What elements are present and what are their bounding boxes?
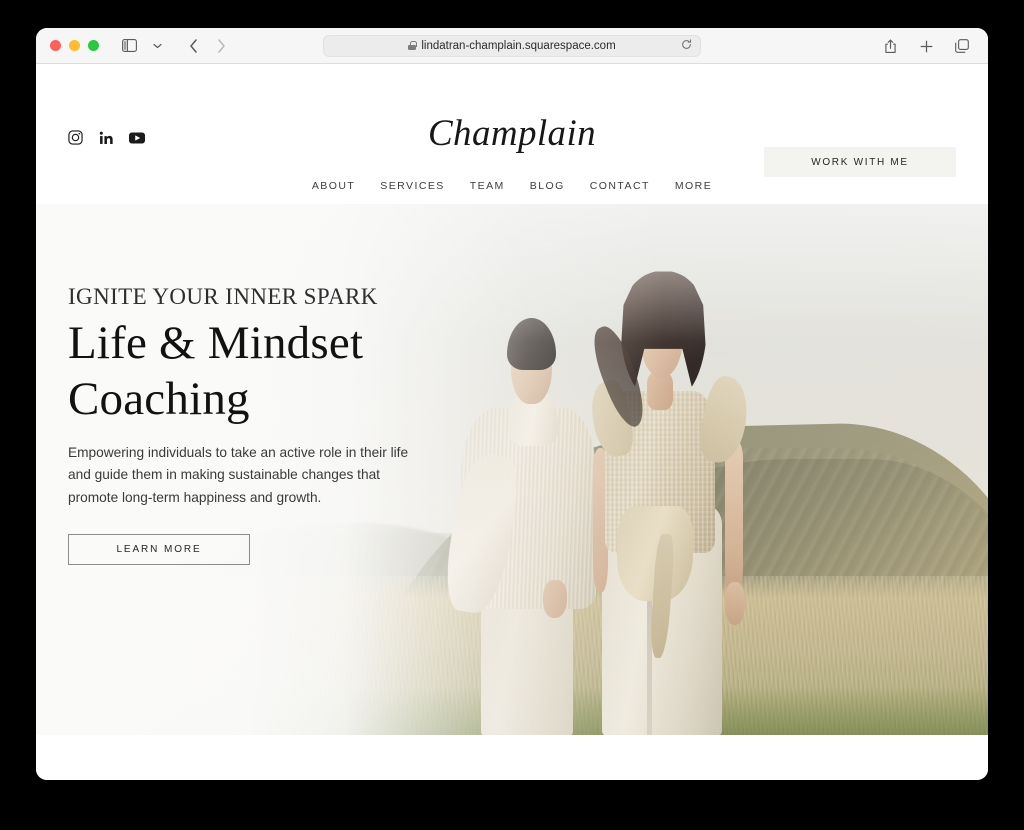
browser-window: lindatran-champlain.squarespace.com Cham…	[36, 28, 988, 780]
navigation-controls	[117, 35, 233, 57]
person-right-right-arm	[725, 438, 744, 602]
zoom-window-button[interactable]	[88, 40, 99, 51]
person-right	[583, 257, 756, 735]
browser-toolbar: lindatran-champlain.squarespace.com	[36, 28, 988, 64]
hero-headline-line-2: Coaching	[68, 372, 250, 425]
hero-eyebrow: IGNITE YOUR INNER SPARK	[68, 284, 378, 309]
work-with-me-button[interactable]: WORK WITH ME	[764, 147, 956, 177]
url-text: lindatran-champlain.squarespace.com	[421, 39, 616, 52]
hero-headline-line-1: Life & Mindset	[68, 317, 364, 369]
nav-item-services[interactable]: SERVICES	[380, 180, 445, 192]
sidebar-toggle-icon[interactable]	[117, 35, 141, 57]
person-right-right-ruffle	[694, 373, 756, 467]
minimize-window-button[interactable]	[69, 40, 80, 51]
forward-arrow-icon	[209, 35, 233, 57]
hero-headline: Life & Mindset Coaching	[68, 316, 428, 428]
nav-item-about[interactable]: ABOUT	[312, 180, 355, 192]
back-arrow-icon[interactable]	[181, 35, 205, 57]
learn-more-button[interactable]: LEARN MORE	[68, 533, 250, 565]
person-right-right-hand	[725, 582, 745, 626]
nav-item-more[interactable]: MORE	[675, 180, 712, 192]
close-window-button[interactable]	[50, 40, 61, 51]
web-page: Champlain ABOUT SERVICES TEAM BLOG CONTA…	[36, 64, 988, 780]
person-right-neck	[646, 371, 674, 411]
main-navigation: ABOUT SERVICES TEAM BLOG CONTACT MORE	[36, 180, 988, 192]
reload-icon[interactable]	[681, 38, 692, 53]
person-left-hair	[507, 317, 556, 371]
toolbar-right-actions	[878, 28, 974, 64]
share-icon[interactable]	[878, 35, 902, 57]
site-header: Champlain ABOUT SERVICES TEAM BLOG CONTA…	[36, 64, 988, 204]
hero-description: Empowering individuals to take an active…	[68, 444, 409, 506]
nav-item-contact[interactable]: CONTACT	[590, 180, 650, 192]
person-left-hand	[543, 579, 567, 618]
hero-section: IGNITE YOUR INNER SPARK Life & Mindset C…	[36, 204, 988, 735]
hero-content: IGNITE YOUR INNER SPARK Life & Mindset C…	[68, 284, 428, 565]
window-controls	[50, 40, 99, 51]
lock-icon	[408, 41, 417, 50]
address-bar[interactable]: lindatran-champlain.squarespace.com	[323, 34, 701, 57]
chevron-down-icon[interactable]	[145, 35, 169, 57]
plus-icon[interactable]	[914, 35, 938, 57]
nav-item-team[interactable]: TEAM	[470, 180, 505, 192]
tabs-overview-icon[interactable]	[950, 35, 974, 57]
nav-item-blog[interactable]: BLOG	[530, 180, 565, 192]
address-bar-container: lindatran-champlain.squarespace.com	[323, 34, 701, 57]
page-bottom-section	[36, 735, 988, 780]
